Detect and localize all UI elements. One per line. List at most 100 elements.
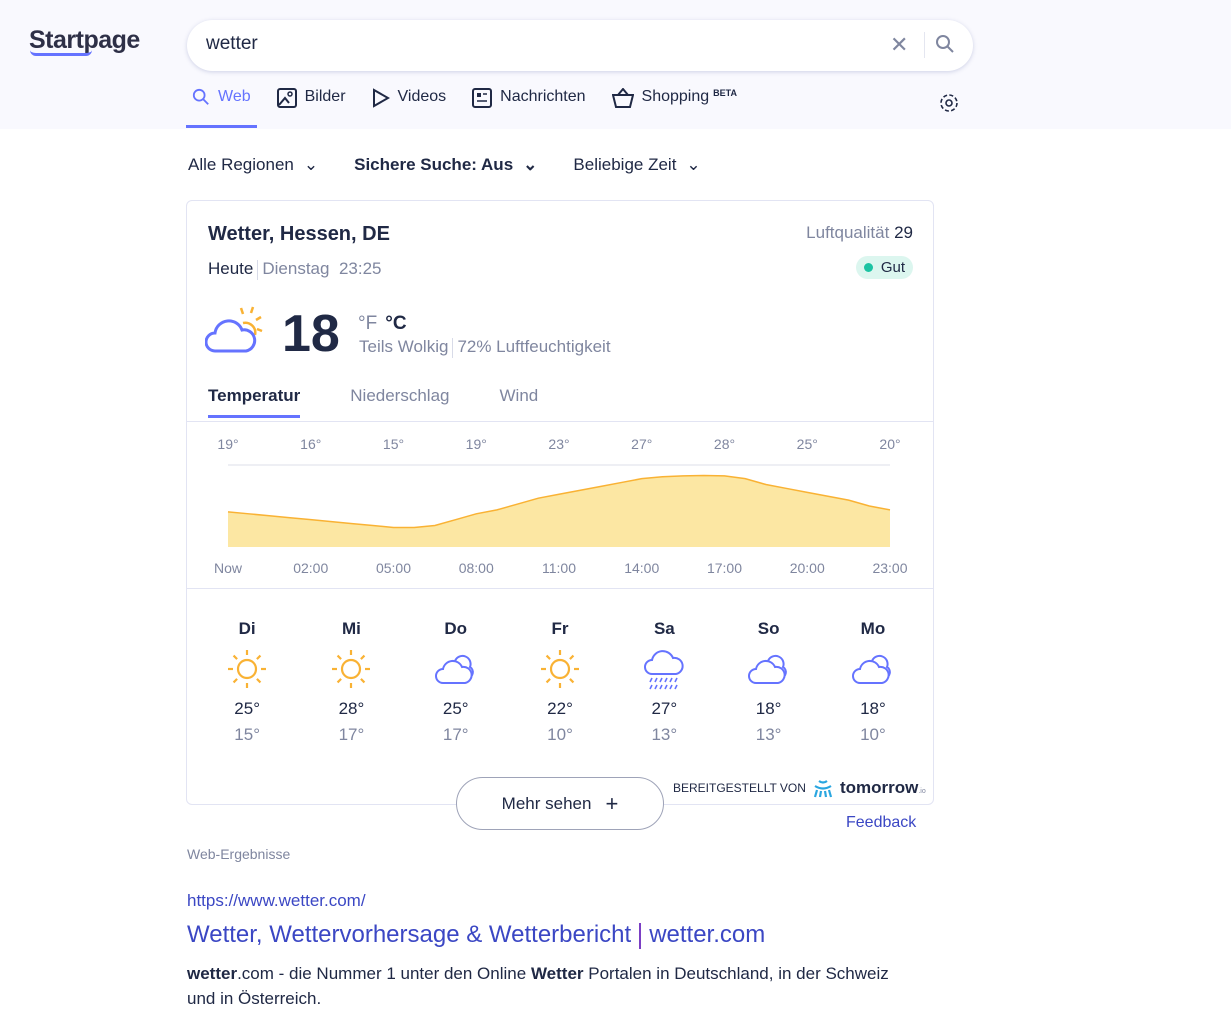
partly-cloudy-icon (205, 306, 263, 353)
result-title[interactable]: Wetter, Wettervorhersage & Wetterbericht… (187, 921, 765, 949)
tab-web[interactable]: Web (186, 88, 257, 128)
divider (187, 421, 933, 422)
day-high: 25° (442, 699, 469, 718)
result-title-site[interactable]: wetter.com (649, 921, 765, 948)
day-name: Do (444, 619, 468, 638)
chevron-down-icon: ⌄ (303, 155, 319, 174)
sun-icon (508, 645, 612, 693)
safe-search-filter[interactable]: Sichere Suche: Aus ⌄ (354, 155, 537, 175)
day-low: 17° (338, 725, 365, 744)
day-forecast[interactable]: Mo 18° 10° (821, 619, 925, 745)
day-forecast[interactable]: Mi 28° 17° (299, 619, 403, 745)
aq-label: Luftqualität (806, 223, 890, 242)
feedback-link[interactable]: Feedback (846, 814, 916, 832)
aq-status: Gut (880, 259, 905, 276)
temp-value-label: 27° (631, 436, 652, 452)
highlight-term: wetter (187, 964, 238, 983)
basket-icon (611, 88, 634, 108)
image-icon (276, 88, 297, 108)
air-quality: Luftqualität 29 (806, 223, 913, 243)
sun-icon (299, 645, 403, 693)
weather-location: Wetter, Hessen, DE (208, 223, 390, 245)
result-title-main[interactable]: Wetter, Wettervorhersage & Wetterbericht (187, 921, 631, 948)
provider-suffix: .io (918, 788, 926, 795)
unit-toggle: °F °C (358, 313, 407, 335)
tab-shopping[interactable]: Shopping BETA (606, 88, 743, 128)
temp-value-label: 28° (714, 436, 735, 452)
tomorrow-logo[interactable]: tomorrow.io (840, 778, 926, 798)
gear-icon[interactable] (938, 92, 960, 114)
temperature-chart: 19° Now 16° 02:00 15° 05:00 19° 08:00 23° 11:00 27… (214, 436, 908, 576)
weather-datetime: Heute Dienstag 23:25 (208, 259, 381, 280)
logo-swoosh (30, 50, 92, 56)
day-forecast[interactable]: Fr 22° 10° (508, 619, 612, 745)
tab-label: Bilder (304, 88, 346, 105)
day-high: 18° (860, 699, 886, 718)
current-temp: 18 (282, 305, 340, 363)
unit-f[interactable]: °F (358, 313, 377, 334)
tab-wind[interactable]: Wind (500, 386, 539, 418)
day-high: 18° (755, 699, 782, 718)
day-forecast[interactable]: Do 25° 17° (404, 619, 508, 745)
hour-tick-label: 20:00 (790, 560, 825, 576)
weather-tabs: Temperatur Niederschlag Wind (208, 386, 538, 418)
day-name: Fr (551, 619, 569, 638)
chevron-down-icon: ⌄ (686, 155, 701, 174)
tab-label: Shopping (641, 88, 710, 105)
safe-search-label: Sichere Suche: Aus (354, 155, 514, 174)
powered-label: BEREITGESTELLT VON (673, 781, 806, 795)
time-label: Beliebige Zeit (573, 155, 677, 174)
divider (187, 588, 933, 589)
time: 23:25 (338, 259, 382, 278)
daily-forecast: Di 25° 15° Mi 28° 17° Do 25° 17° Fr 22° 10° Sa 27° 13°… (195, 619, 925, 745)
hour-tick-label: 23:00 (872, 560, 907, 576)
hour-tick-label: 11:00 (542, 560, 576, 576)
day-low: 10° (860, 725, 886, 744)
search-icon[interactable] (935, 34, 955, 54)
description-text: .com - die Nummer 1 unter den Online (237, 964, 531, 983)
plus-icon: + (605, 790, 619, 816)
web-results-label: Web-Ergebnisse (187, 846, 291, 862)
day-low: 15° (234, 725, 260, 744)
temperature-area (228, 475, 890, 547)
day-name: Sa (653, 619, 675, 638)
day-forecast[interactable]: Di 25° 15° (195, 619, 299, 745)
hour-tick-label: Now (214, 560, 243, 576)
temp-value-label: 23° (548, 436, 569, 452)
day-forecast[interactable]: Sa 27° 13° (612, 619, 716, 745)
day-low: 10° (547, 725, 573, 744)
hour-tick-label: 02:00 (293, 560, 328, 576)
time-filter[interactable]: Beliebige Zeit ⌄ (573, 155, 700, 175)
search-input[interactable] (206, 33, 856, 55)
show-more-button[interactable]: Mehr sehen + (456, 777, 664, 830)
temp-value-label: 19° (466, 436, 487, 452)
region-filter[interactable]: Alle Regionen ⌄ (188, 155, 318, 175)
day-name: Mi (342, 619, 361, 638)
temp-value-label: 19° (217, 436, 238, 452)
hour-tick-label: 14:00 (624, 560, 659, 576)
unit-c[interactable]: °C (385, 313, 406, 334)
news-icon (472, 88, 493, 108)
tab-videos[interactable]: Videos (366, 88, 453, 128)
condition: Teils Wolkig 72% Luftfeuchtigkeit (359, 337, 611, 358)
hour-tick-label: 08:00 (459, 560, 494, 576)
day-low: 17° (442, 725, 469, 744)
day-name: So (757, 619, 780, 638)
play-icon (372, 88, 390, 108)
condition-text: Teils Wolkig (359, 337, 449, 356)
clear-icon[interactable]: ✕ (890, 32, 908, 58)
tomorrow-logo-icon (813, 780, 832, 798)
search-icon (192, 88, 209, 105)
tab-news[interactable]: Nachrichten (466, 88, 591, 128)
tab-precipitation[interactable]: Niederschlag (350, 386, 449, 418)
tab-temperature[interactable]: Temperatur (208, 386, 301, 418)
search-filters: Alle Regionen ⌄ Sichere Suche: Aus ⌄ Belie… (188, 155, 701, 175)
temp-value-label: 20° (879, 436, 900, 452)
tab-label: Nachrichten (500, 88, 586, 105)
result-url[interactable]: https://www.wetter.com/ (187, 891, 366, 911)
tab-label: Web (218, 88, 251, 105)
aq-value: 29 (894, 223, 913, 242)
tab-images[interactable]: Bilder (271, 88, 352, 128)
beta-badge: BETA (713, 88, 737, 98)
day-forecast[interactable]: So 18° 13° (716, 619, 820, 745)
